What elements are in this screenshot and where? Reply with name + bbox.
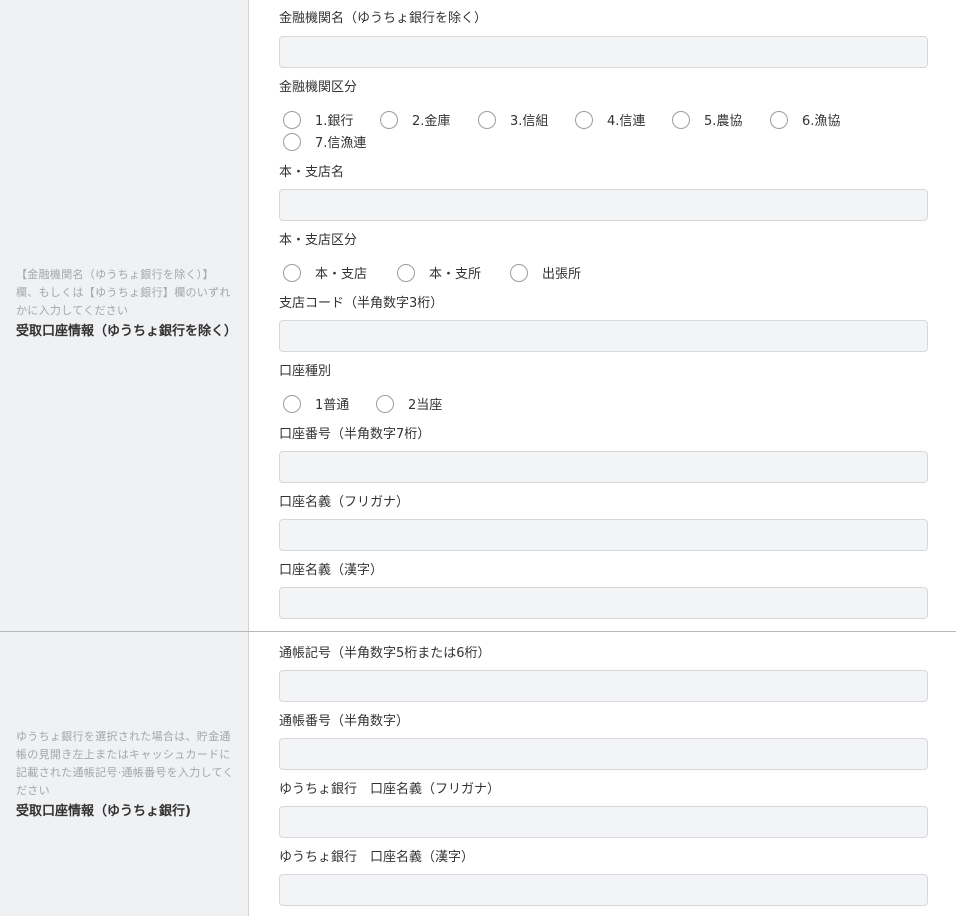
institution-name-input[interactable]: [279, 36, 928, 68]
radio-label: 7.信漁連: [315, 136, 367, 151]
radio-label: 2.金庫: [412, 114, 451, 129]
account-number-input[interactable]: [279, 451, 928, 483]
account-number-label: 口座番号（半角数字7桁）: [279, 427, 431, 442]
account-type-label: 口座種別: [279, 364, 332, 379]
yucho-holder-kanji-input[interactable]: [279, 874, 928, 906]
branch-name-input[interactable]: [279, 189, 928, 221]
passbook-symbol-label: 通帳記号（半角数字5桁または6桁）: [279, 646, 491, 661]
radio-label: 本・支店: [315, 267, 368, 282]
radio-label: 6.漁協: [802, 114, 841, 129]
yucho-section-label: ゆうちょ銀行を選択された場合は、貯金通帳の見開き左上またはキャッシュカードに記載…: [16, 728, 236, 822]
radio-circle[interactable]: [770, 110, 788, 129]
radio-circle[interactable]: [376, 394, 394, 413]
yucho-section-heading: 受取口座情報（ゆうちょ銀行): [16, 804, 191, 819]
passbook-number-label: 通帳番号（半角数字）: [279, 714, 410, 729]
yucho-holder-kana-label: ゆうちょ銀行 口座名義（フリガナ）: [279, 782, 501, 797]
radio-account-toza[interactable]: 2当座: [376, 394, 442, 413]
radio-account-futsu[interactable]: 1普通: [283, 394, 349, 413]
passbook-number-input[interactable]: [279, 738, 928, 770]
yucho-account-section: ゆうちょ銀行を選択された場合は、貯金通帳の見開き左上またはキャッシュカードに記載…: [0, 632, 956, 916]
branch-name-label: 本・支店名: [279, 165, 345, 180]
yucho-holder-kanji-label: ゆうちょ銀行 口座名義（漢字）: [279, 850, 475, 865]
radio-branch-shucchojo[interactable]: 出張所: [510, 263, 581, 282]
branch-code-label: 支店コード（半角数字3桁）: [279, 296, 444, 311]
radio-institution-shinren[interactable]: 4.信連: [575, 110, 645, 129]
yucho-section-fields: 通帳記号（半角数字5桁または6桁） 通帳番号（半角数字） ゆうちょ銀行 口座名義…: [279, 632, 928, 916]
bank-section-label: 【金融機関名（ゆうちょ銀行を除く）】欄、もしくは【ゆうちょ銀行】欄のいずれかに入…: [16, 266, 238, 342]
radio-circle[interactable]: [575, 110, 593, 129]
yucho-holder-kana-input[interactable]: [279, 806, 928, 838]
radio-circle[interactable]: [397, 263, 415, 282]
institution-type-label: 金融機関区分: [279, 80, 358, 95]
radio-circle[interactable]: [283, 263, 301, 282]
radio-institution-shinkin[interactable]: 2.金庫: [380, 110, 450, 129]
radio-circle[interactable]: [672, 110, 690, 129]
bank-section-note: 【金融機関名（ゆうちょ銀行を除く）】欄、もしくは【ゆうちょ銀行】欄のいずれかに入…: [16, 268, 231, 317]
radio-circle[interactable]: [380, 110, 398, 129]
radio-circle[interactable]: [283, 394, 301, 413]
bank-account-section: 【金融機関名（ゆうちょ銀行を除く）】欄、もしくは【ゆうちょ銀行】欄のいずれかに入…: [0, 0, 956, 631]
bank-section-fields: 金融機関名（ゆうちょ銀行を除く） 金融機関区分 1.銀行 2.金庫 3.信組 4…: [279, 0, 928, 631]
radio-circle[interactable]: [283, 110, 301, 129]
radio-label: 本・支所: [429, 267, 482, 282]
radio-circle[interactable]: [478, 110, 496, 129]
bank-section-label-column: 【金融機関名（ゆうちょ銀行を除く）】欄、もしくは【ゆうちょ銀行】欄のいずれかに入…: [0, 0, 249, 631]
radio-institution-shinkumi[interactable]: 3.信組: [478, 110, 548, 129]
radio-branch-honshisho[interactable]: 本・支所: [397, 263, 481, 282]
radio-institution-gyokyo[interactable]: 6.漁協: [770, 110, 840, 129]
radio-branch-honshiten[interactable]: 本・支店: [283, 263, 367, 282]
radio-label: 1.銀行: [315, 114, 354, 129]
radio-label: 出張所: [542, 267, 582, 282]
radio-label: 1普通: [315, 398, 350, 413]
holder-kanji-input[interactable]: [279, 587, 928, 619]
branch-code-input[interactable]: [279, 320, 928, 352]
institution-name-label: 金融機関名（ゆうちょ銀行を除く）: [279, 11, 488, 26]
radio-institution-nokyo[interactable]: 5.農協: [672, 110, 742, 129]
branch-type-label: 本・支店区分: [279, 233, 358, 248]
yucho-section-label-column: ゆうちょ銀行を選択された場合は、貯金通帳の見開き左上またはキャッシュカードに記載…: [0, 632, 249, 916]
bank-section-heading: 受取口座情報（ゆうちょ銀行を除く）: [16, 324, 238, 339]
radio-institution-bank[interactable]: 1.銀行: [283, 110, 353, 129]
holder-kanji-label: 口座名義（漢字）: [279, 563, 384, 578]
radio-label: 3.信組: [510, 114, 549, 129]
radio-circle[interactable]: [510, 263, 528, 282]
passbook-symbol-input[interactable]: [279, 670, 928, 702]
yucho-section-note: ゆうちょ銀行を選択された場合は、貯金通帳の見開き左上またはキャッシュカードに記載…: [16, 730, 234, 797]
radio-label: 2当座: [408, 398, 443, 413]
radio-label: 4.信連: [607, 114, 646, 129]
holder-kana-input[interactable]: [279, 519, 928, 551]
holder-kana-label: 口座名義（フリガナ）: [279, 495, 410, 510]
radio-label: 5.農協: [704, 114, 743, 129]
radio-institution-shingyoren[interactable]: 7.信漁連: [283, 132, 366, 151]
radio-circle[interactable]: [283, 132, 301, 151]
